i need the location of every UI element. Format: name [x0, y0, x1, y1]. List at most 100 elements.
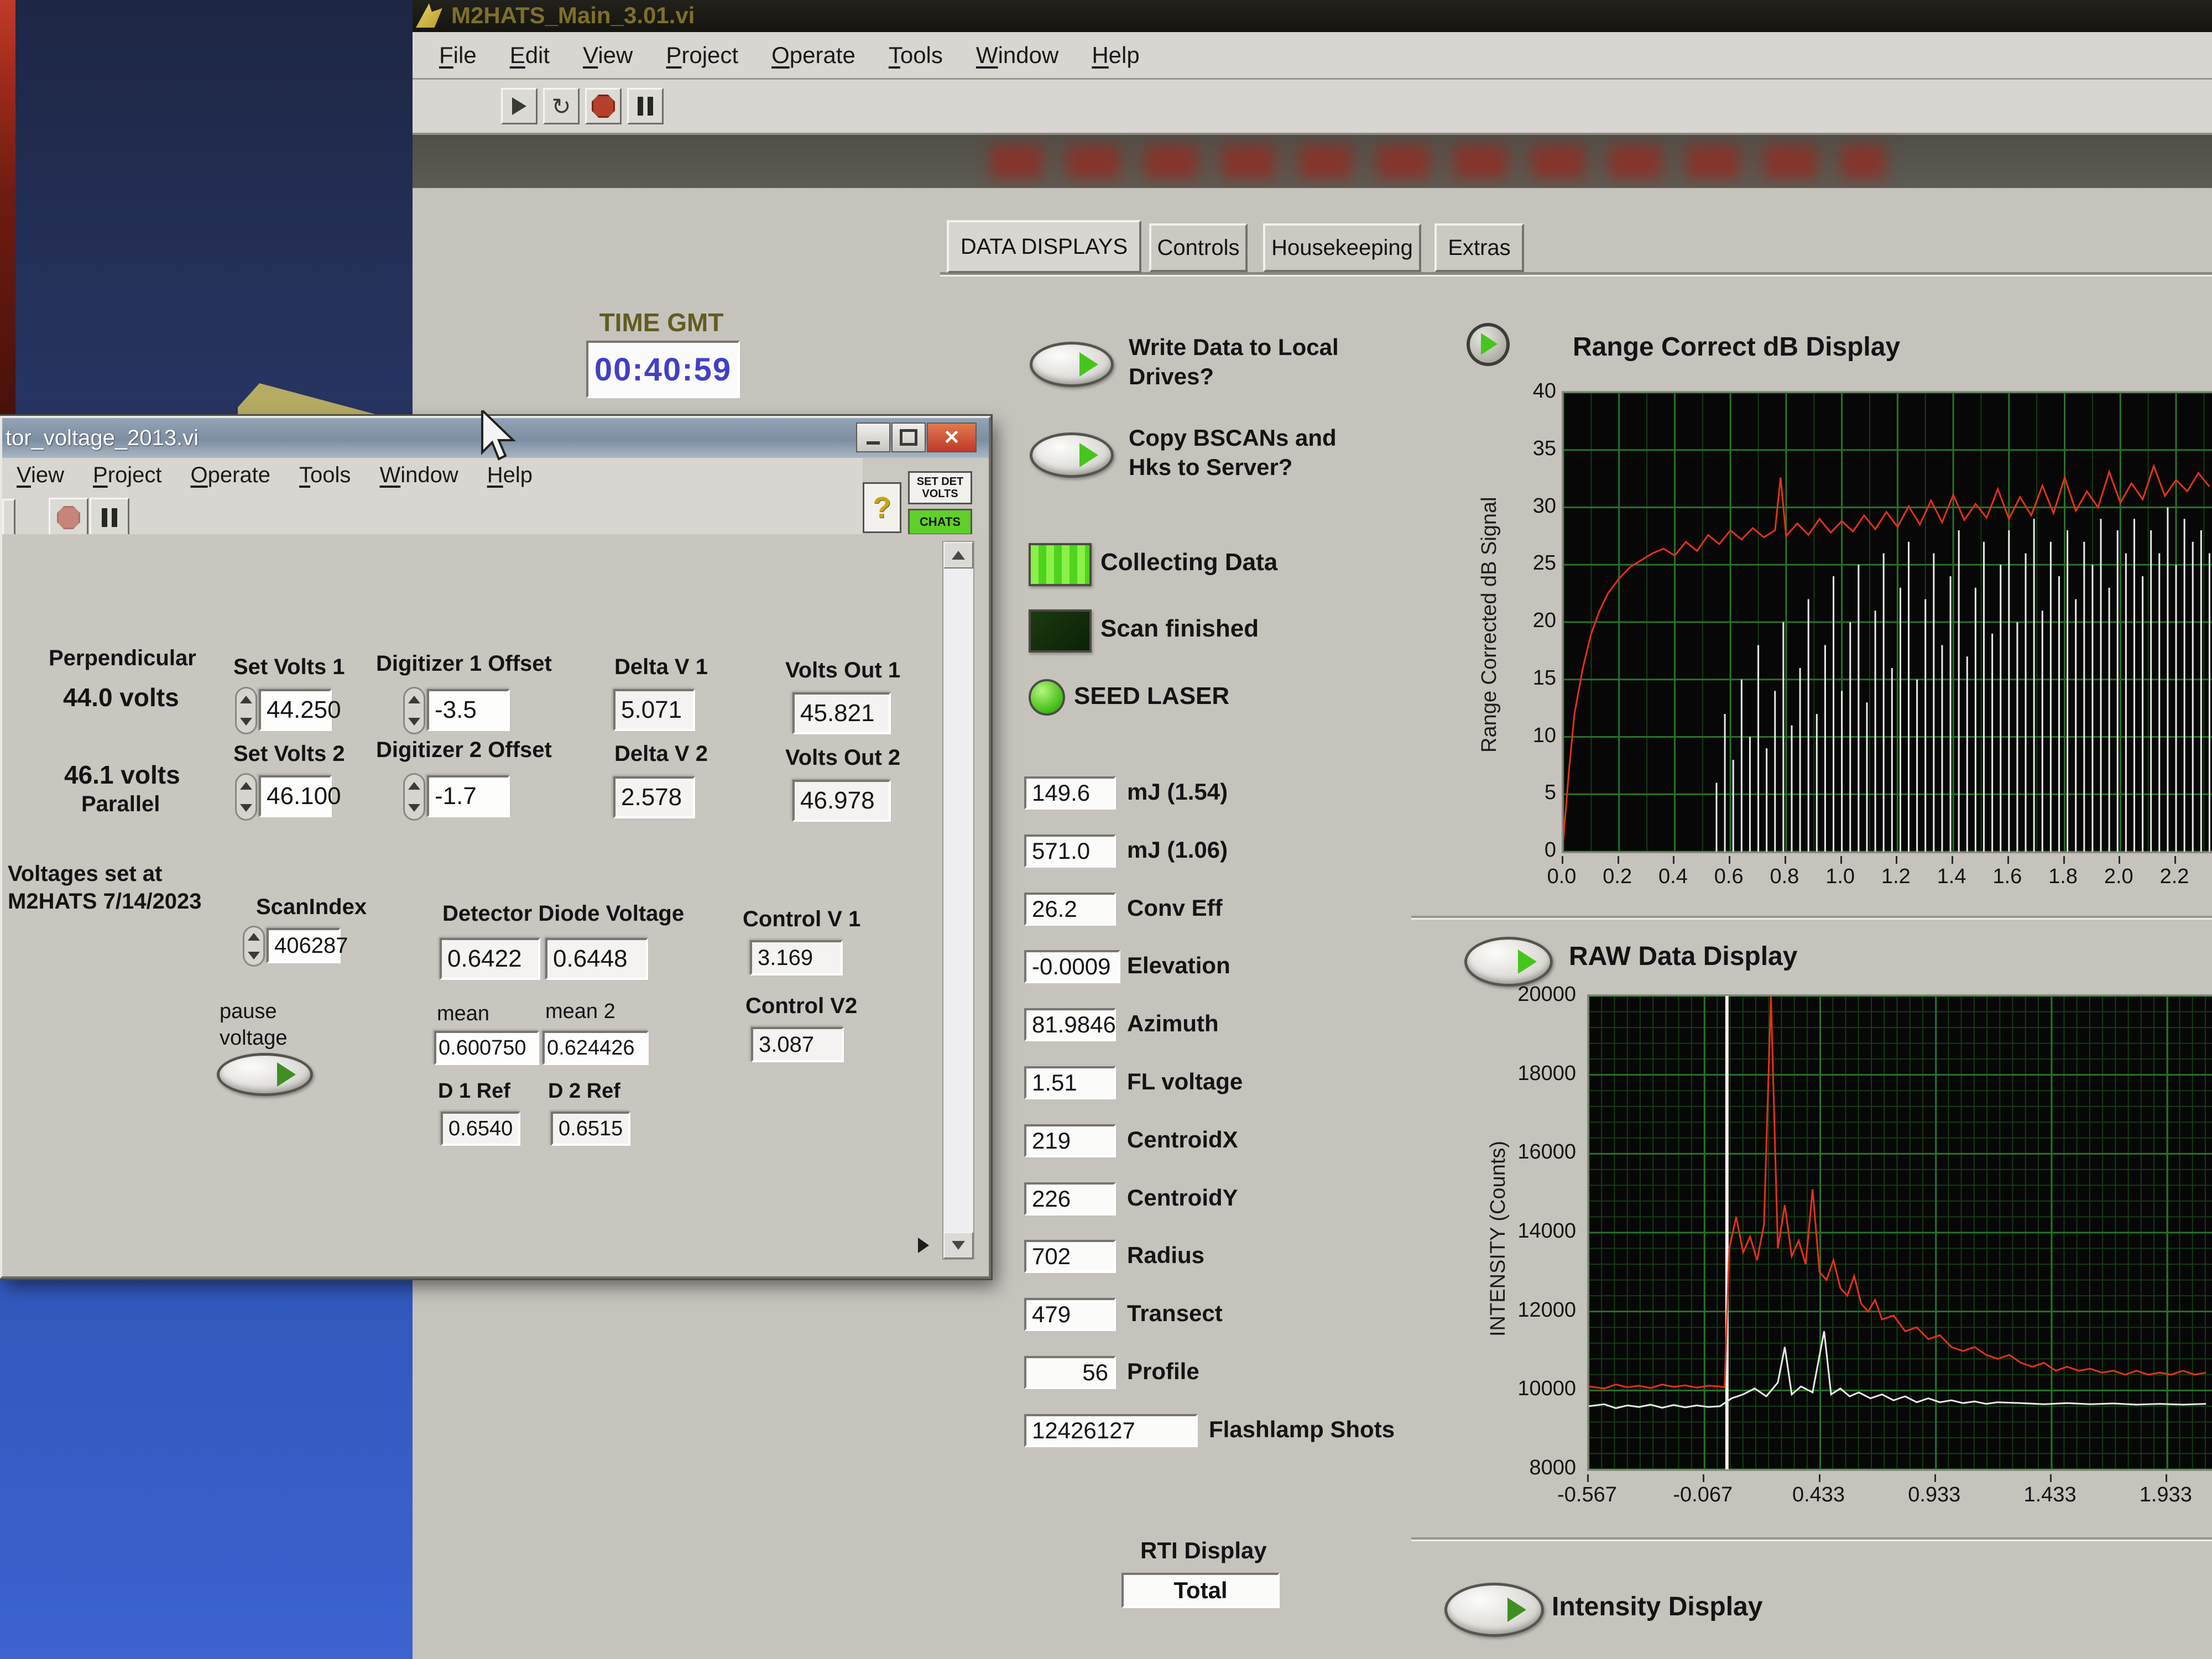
- set-volts-1-spinner[interactable]: [235, 687, 257, 734]
- readout-value-radius: 702: [1024, 1240, 1116, 1273]
- detector-voltage-window[interactable]: tor_voltage_2013.vi ✕ ViewProjectOperate…: [0, 416, 991, 1279]
- set-det-volts-button[interactable]: SET DET VOLTS: [908, 471, 972, 504]
- digitizer-1-offset-spinner[interactable]: [403, 687, 425, 734]
- chart-divider-1: [1411, 916, 2212, 920]
- volts-out-2-display: 46.978: [792, 780, 891, 822]
- collecting-data-led: [1029, 543, 1092, 586]
- detector-vertical-scrollbar[interactable]: [942, 541, 974, 1260]
- scroll-up-button[interactable]: [943, 542, 973, 568]
- menu-item-window[interactable]: Window: [365, 463, 472, 488]
- rti-display-selector[interactable]: Total: [1121, 1573, 1280, 1608]
- chevron-down-icon: [952, 1241, 965, 1250]
- time-gmt-value: 00:40:59: [594, 351, 732, 388]
- raw-data-xtick: 1.933: [2132, 1483, 2199, 1507]
- detector-abort-button[interactable]: [49, 498, 88, 538]
- scroll-down-button[interactable]: [943, 1232, 973, 1259]
- chats-button[interactable]: CHATS: [908, 509, 972, 535]
- copy-bscans-toggle[interactable]: [1030, 432, 1114, 478]
- set-volts-2-field[interactable]: 46.100: [259, 775, 332, 817]
- menu-item-window[interactable]: Window: [959, 42, 1075, 69]
- help-button[interactable]: ?: [863, 482, 901, 533]
- tab-housekeeping[interactable]: Housekeeping: [1263, 223, 1421, 272]
- detector-pause-button[interactable]: [90, 498, 129, 538]
- readout-value-fl-voltage: 1.51: [1024, 1066, 1116, 1099]
- readout-label-elevation: Elevation: [1127, 952, 1230, 979]
- control-v1-label: Control V 1: [743, 907, 860, 932]
- maximize-button[interactable]: [891, 422, 926, 452]
- volts-out-2-label: Volts Out 2: [785, 745, 900, 770]
- chevron-up-icon: [952, 551, 965, 560]
- help-question-icon: ?: [873, 491, 891, 525]
- raw-data-toggle[interactable]: [1464, 937, 1553, 987]
- digitizer-1-offset-label: Digitizer 1 Offset: [376, 651, 552, 676]
- tab-controls[interactable]: Controls: [1149, 223, 1248, 272]
- raw-data-xtick: 0.933: [1901, 1483, 1968, 1507]
- close-icon: ✕: [943, 426, 960, 449]
- delta-v-2-label: Delta V 2: [614, 742, 708, 766]
- readout-value-centroidy: 226: [1024, 1182, 1116, 1215]
- menu-item-tools[interactable]: Tools: [285, 463, 365, 488]
- menu-item-tools[interactable]: Tools: [872, 42, 959, 69]
- set-volts-1-field[interactable]: 44.250: [259, 689, 332, 731]
- range-db-ytick: 35: [1496, 435, 1556, 462]
- run-arrow-icon: [512, 97, 526, 115]
- main-menubar[interactable]: FileEditViewProjectOperateToolsWindowHel…: [413, 32, 2212, 80]
- menu-item-operate[interactable]: Operate: [755, 42, 872, 69]
- copy-bscans-label: Copy BSCANs and Hks to Server?: [1129, 424, 1361, 482]
- menu-item-project[interactable]: Project: [649, 42, 755, 69]
- pause-button[interactable]: [627, 88, 664, 124]
- delta-v-1-display: 5.071: [613, 689, 695, 731]
- range-db-svg: [1563, 393, 2212, 852]
- mean2-field: 0.624426: [542, 1031, 649, 1065]
- menu-item-help[interactable]: Help: [1075, 42, 1156, 69]
- raw-data-plot[interactable]: [1587, 994, 2212, 1471]
- digitizer-2-offset-spinner[interactable]: [403, 773, 425, 821]
- raw-data-ytick: 18000: [1499, 1060, 1576, 1087]
- intensity-display-toggle[interactable]: [1444, 1583, 1544, 1637]
- minimize-button[interactable]: [856, 422, 890, 452]
- run-button[interactable]: [501, 88, 538, 124]
- range-db-ytick: 40: [1496, 378, 1556, 404]
- menu-item-operate[interactable]: Operate: [176, 463, 285, 488]
- tab-extras[interactable]: Extras: [1434, 223, 1524, 272]
- menu-item-project[interactable]: Project: [79, 463, 176, 488]
- mean-label: mean: [437, 1002, 489, 1026]
- voltages-note-line2: M2HATS 7/14/2023: [8, 889, 202, 914]
- range-db-plot[interactable]: [1562, 391, 2212, 853]
- digitizer-1-offset-field[interactable]: -3.5: [427, 689, 510, 731]
- intensity-display-label: Intensity Display: [1552, 1592, 1762, 1622]
- range-db-ytick: 0: [1496, 837, 1556, 863]
- menu-item-help[interactable]: Help: [473, 463, 547, 488]
- range-db-xticks: 0.00.20.40.60.81.01.21.41.61.82.02.2: [1562, 856, 2212, 895]
- scan-index-field[interactable]: 406287: [267, 928, 341, 963]
- raw-data-ytick: 10000: [1499, 1375, 1576, 1402]
- range-db-toggle[interactable]: [1467, 323, 1510, 366]
- run-continuous-button[interactable]: ↻: [543, 88, 580, 124]
- pause-voltage-label: pause voltage: [220, 999, 314, 1051]
- menu-item-edit[interactable]: Edit: [493, 42, 566, 69]
- scan-finished-led: [1029, 609, 1092, 653]
- range-db-ytick: 25: [1496, 550, 1556, 576]
- set-volts-2-spinner[interactable]: [235, 773, 257, 821]
- digitizer-2-offset-field[interactable]: -1.7: [427, 775, 510, 817]
- readout-value-centroidx: 219: [1024, 1124, 1116, 1157]
- detector-diode-voltage-label: Detector Diode Voltage: [442, 901, 684, 926]
- readout-value-mj-1-06-: 571.0: [1024, 834, 1116, 868]
- scan-index-spinner[interactable]: [243, 926, 265, 967]
- raw-data-ytick: 12000: [1499, 1297, 1576, 1323]
- write-data-toggle[interactable]: [1030, 342, 1114, 387]
- abort-button[interactable]: [585, 88, 622, 124]
- close-button[interactable]: ✕: [927, 422, 977, 452]
- tab-data-displays[interactable]: DATA DISPLAYS: [947, 220, 1141, 273]
- menu-item-view[interactable]: View: [2, 463, 79, 488]
- detector-menubar[interactable]: ViewProjectOperateToolsWindowHelp: [2, 458, 863, 492]
- seed-laser-label: SEED LASER: [1074, 682, 1229, 710]
- readout-label-radius: Radius: [1127, 1242, 1204, 1269]
- raw-data-xtick: 0.433: [1786, 1483, 1852, 1507]
- volts-out-1-display: 45.821: [792, 692, 891, 734]
- pause-voltage-toggle[interactable]: [217, 1053, 313, 1096]
- menu-item-view[interactable]: View: [566, 42, 649, 69]
- readout-value-conv-eff: 26.2: [1024, 893, 1116, 926]
- d1-ref-label: D 1 Ref: [438, 1079, 510, 1103]
- menu-item-file[interactable]: File: [422, 42, 493, 69]
